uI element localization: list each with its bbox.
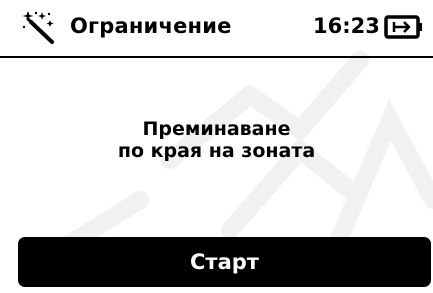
message-line-2: по края на зоната bbox=[117, 140, 316, 162]
mower-screen: Ограничение 16:23 Преминаване по края на… bbox=[0, 0, 433, 293]
battery-icon bbox=[384, 15, 422, 39]
start-button[interactable]: Старт bbox=[18, 237, 431, 287]
status-bar: Ограничение 16:23 bbox=[0, 0, 433, 58]
magic-wand-icon bbox=[22, 11, 54, 44]
clock-time: 16:23 bbox=[313, 14, 380, 38]
status-message: Преминаване по края на зоната bbox=[0, 118, 433, 162]
screen-title: Ограничение bbox=[70, 14, 232, 38]
message-line-1: Преминаване bbox=[142, 118, 291, 140]
